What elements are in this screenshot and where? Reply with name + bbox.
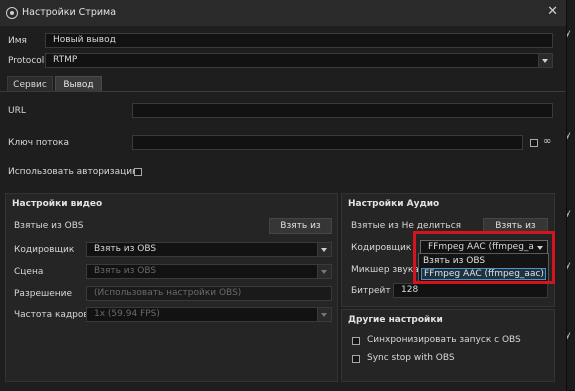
protocol-select[interactable]: RTMP	[45, 53, 553, 68]
audio-source-label: Взятые из Не делиться	[351, 221, 462, 231]
name-label: Имя	[8, 36, 27, 46]
url-label: URL	[8, 106, 26, 116]
bitrate-label: Битрейт	[351, 286, 391, 296]
stream-key-label: Ключ потока	[8, 138, 69, 148]
other-settings-title: Другие настройки	[348, 315, 443, 325]
stream-key-input[interactable]	[132, 135, 523, 150]
auth-label: Использовать авторизацию	[8, 167, 140, 177]
video-take-button[interactable]: Взять из	[269, 218, 332, 234]
show-key-checkbox[interactable]	[530, 139, 538, 147]
chevron-down-icon	[538, 54, 552, 67]
video-encoder-select[interactable]: Взять из OBS	[86, 242, 332, 257]
protocol-label: Protocol	[8, 56, 45, 66]
sync-stop-label: Sync stop with OBS	[367, 353, 455, 363]
close-icon[interactable]: ✕	[547, 5, 558, 19]
fps-label: Частота кадров	[14, 310, 89, 320]
title-bar: Настройки Стрима ✕	[0, 0, 566, 26]
video-settings-title: Настройки видео	[12, 199, 103, 209]
tab-output[interactable]: Вывод	[55, 76, 102, 92]
scene-label: Сцена	[14, 267, 44, 277]
sync-stop-checkbox[interactable]	[352, 355, 360, 363]
stream-settings-window: Настройки Стрима ✕ Имя Новый вывод Proto…	[0, 0, 567, 391]
bitrate-input[interactable]: 128	[393, 283, 548, 298]
video-source-label: Взятые из OBS	[14, 221, 84, 231]
chevron-down-icon	[317, 308, 331, 321]
sync-start-checkbox[interactable]	[352, 337, 360, 345]
tab-service[interactable]: Сервис	[7, 76, 53, 92]
protocol-value: RTMP	[53, 55, 78, 65]
scene-select[interactable]: Взять из OBS	[86, 264, 332, 279]
window-title: Настройки Стрима	[22, 7, 117, 18]
video-encoder-value: Взять из OBS	[94, 244, 157, 254]
obs-logo-icon	[6, 7, 18, 19]
sync-start-label: Синхронизировать запуск с OBS	[367, 335, 521, 345]
chevron-down-icon	[317, 243, 331, 256]
fps-value: 1x (59.94 FPS)	[94, 309, 160, 319]
name-input[interactable]: Новый вывод	[45, 33, 553, 48]
auth-checkbox[interactable]	[134, 168, 142, 176]
link-icon[interactable]: ∞	[543, 136, 551, 147]
scene-value: Взять из OBS	[94, 266, 157, 276]
chevron-down-icon	[317, 265, 331, 278]
url-input[interactable]	[132, 103, 553, 118]
audio-mixer-label: Микшер звука	[351, 265, 419, 275]
resolution-input[interactable]: (Использовать настройки OBS)	[86, 286, 332, 301]
highlight-box	[413, 231, 555, 284]
video-settings-group: Настройки видео Взятые из OBS Взять из К…	[5, 193, 338, 382]
audio-encoder-label: Кодировщик	[351, 243, 412, 253]
audio-settings-title: Настройки Аудио	[348, 199, 440, 209]
video-encoder-label: Кодировщик	[14, 245, 75, 255]
other-settings-group: Другие настройки Синхронизировать запуск…	[341, 309, 555, 382]
resolution-label: Разрешение	[14, 289, 73, 299]
fps-select[interactable]: 1x (59.94 FPS)	[86, 307, 332, 322]
